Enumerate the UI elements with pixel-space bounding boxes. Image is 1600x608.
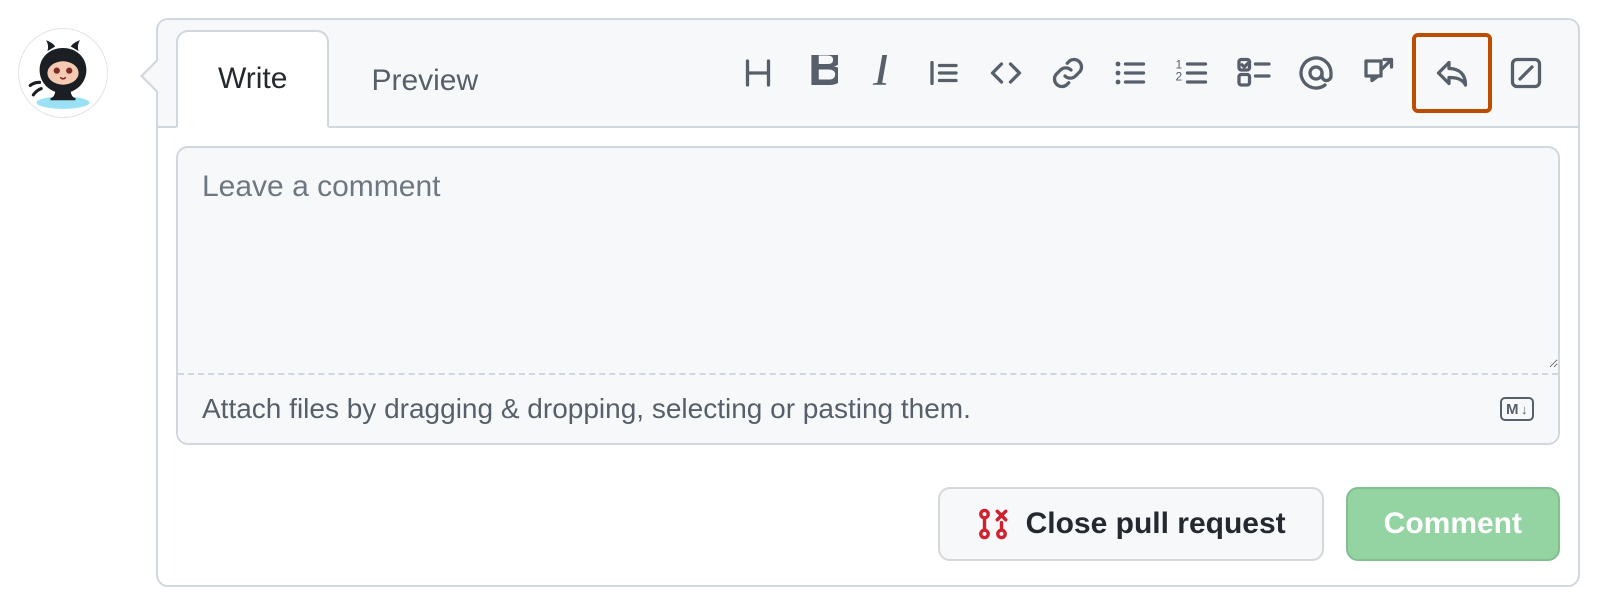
footer-actions: Close pull request Comment <box>158 463 1578 585</box>
diff-ignored-icon[interactable] <box>1498 45 1554 101</box>
reply-icon[interactable] <box>1412 33 1492 113</box>
octocat-icon <box>24 34 102 112</box>
close-pull-request-button[interactable]: Close pull request <box>938 487 1324 561</box>
heading-icon[interactable] <box>730 45 786 101</box>
svg-text:I: I <box>872 55 892 91</box>
close-button-label: Close pull request <box>1026 507 1286 541</box>
comment-body: Attach files by dragging & dropping, sel… <box>158 128 1578 463</box>
quote-icon[interactable] <box>916 45 972 101</box>
attach-hint: Attach files by dragging & dropping, sel… <box>202 393 971 425</box>
tab-write[interactable]: Write <box>176 30 329 128</box>
textarea-container: Attach files by dragging & dropping, sel… <box>176 146 1560 445</box>
mention-icon[interactable] <box>1288 45 1344 101</box>
cross-reference-icon[interactable] <box>1350 45 1406 101</box>
ordered-list-icon[interactable]: 12 <box>1164 45 1220 101</box>
comment-box: Write Preview B I <box>156 18 1580 587</box>
task-list-icon[interactable] <box>1226 45 1282 101</box>
avatar[interactable] <box>18 28 108 118</box>
markdown-toolbar: B I 12 <box>730 33 1560 113</box>
tab-bar: Write Preview B I <box>158 20 1578 128</box>
svg-text:B: B <box>808 55 838 91</box>
markdown-icon[interactable]: M↓ <box>1500 397 1534 421</box>
comment-button-label: Comment <box>1384 507 1522 541</box>
tab-preview[interactable]: Preview <box>329 32 520 128</box>
italic-icon[interactable]: I <box>854 45 910 101</box>
comment-textarea[interactable] <box>178 148 1558 368</box>
code-icon[interactable] <box>978 45 1034 101</box>
unordered-list-icon[interactable] <box>1102 45 1158 101</box>
bold-icon[interactable]: B <box>792 45 848 101</box>
svg-text:2: 2 <box>1176 70 1183 84</box>
comment-button[interactable]: Comment <box>1346 487 1560 561</box>
link-icon[interactable] <box>1040 45 1096 101</box>
git-pull-request-closed-icon <box>976 507 1010 541</box>
attach-row[interactable]: Attach files by dragging & dropping, sel… <box>178 373 1558 443</box>
